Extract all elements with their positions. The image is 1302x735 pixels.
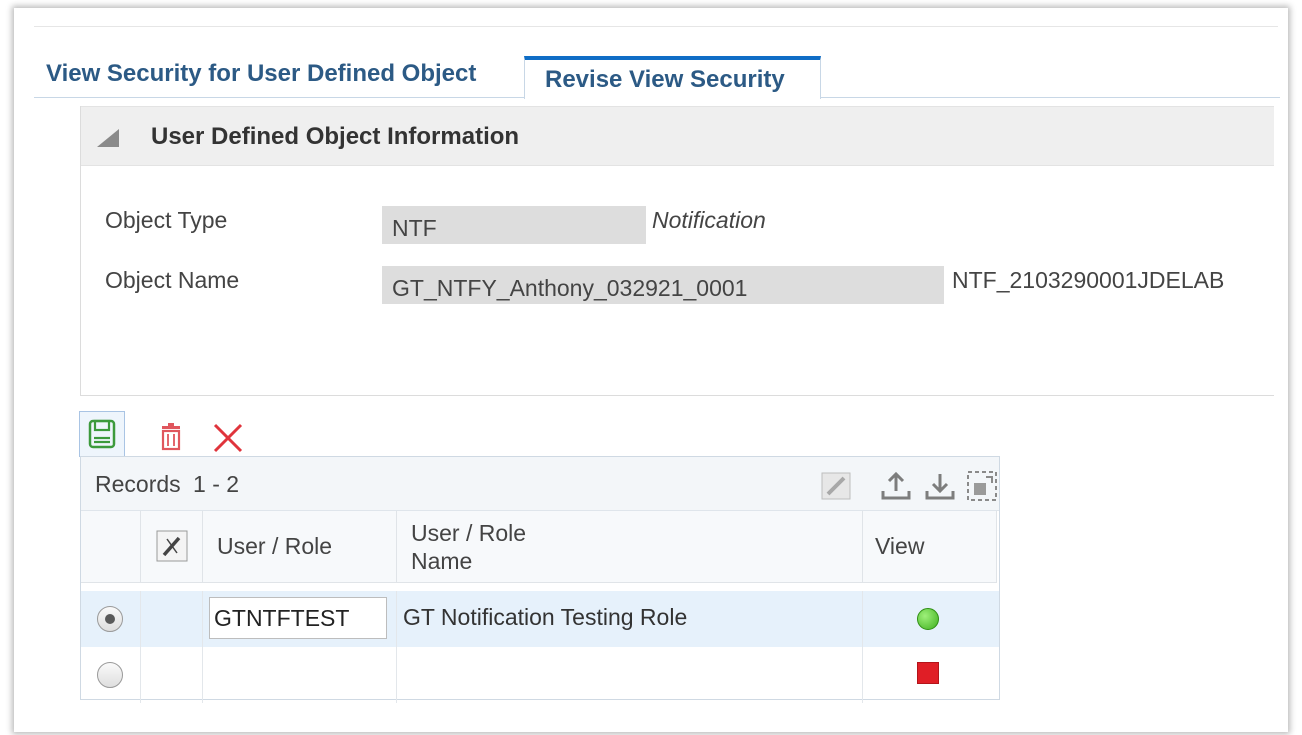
view-cell[interactable] [863, 647, 997, 703]
view-allowed-icon[interactable] [917, 608, 939, 630]
object-name-label: Object Name [105, 267, 240, 293]
object-info-section: User Defined Object Information [80, 106, 1274, 396]
user-role-name-text: GT Notification Testing Role [403, 604, 688, 630]
import-button[interactable] [923, 469, 957, 503]
row-radio-selected[interactable] [97, 606, 123, 632]
security-grid: Records 1 - 2 User / Role User / Role Na… [80, 456, 1000, 703]
section-title: User Defined Object Information [151, 123, 520, 150]
row-edit-cell [141, 591, 203, 647]
row-edit-icon[interactable] [155, 529, 189, 563]
pencil-edit-icon [821, 472, 851, 500]
tab-revise-view-security[interactable]: Revise View Security [524, 56, 821, 99]
col-header-view-label: View [875, 533, 925, 559]
download-icon [925, 474, 955, 500]
col-header-select [81, 511, 141, 583]
section-header[interactable]: User Defined Object Information [81, 106, 1274, 166]
table-row[interactable]: GTNTFTEST GT Notification Testing Role [81, 591, 999, 647]
row-radio[interactable] [97, 662, 123, 688]
col-header-user-role-label: User / Role [217, 533, 333, 559]
view-denied-icon[interactable] [917, 662, 939, 684]
save-icon [88, 419, 116, 449]
tab-revise-view-security-label: Revise View Security [545, 66, 785, 93]
records-range: 1 - 2 [193, 471, 240, 497]
row-select-cell[interactable] [81, 647, 141, 703]
user-role-input[interactable]: GTNTFTEST [209, 597, 387, 639]
object-name-value: GT_NTFY_Anthony_032921_0001 [382, 266, 944, 304]
object-type-description: Notification [652, 207, 766, 233]
save-button[interactable] [79, 411, 125, 457]
records-label: Records [95, 471, 181, 497]
trash-icon [161, 423, 181, 451]
user-role-cell[interactable] [203, 647, 397, 703]
top-divider [34, 26, 1278, 27]
records-count: Records 1 - 2 [95, 471, 239, 498]
grid-toolbar: Records 1 - 2 [81, 457, 999, 511]
user-role-name-cell [397, 647, 863, 703]
col-header-user-role-name-label: User / Role Name [411, 520, 527, 574]
expand-grid-button[interactable] [965, 469, 999, 503]
col-header-edit [141, 511, 203, 583]
user-role-name-cell: GT Notification Testing Role [397, 591, 863, 647]
table-row[interactable] [81, 647, 999, 703]
col-header-user-role-name[interactable]: User / Role Name [397, 511, 863, 583]
tab-view-security[interactable]: View Security for User Defined Object [46, 60, 476, 88]
object-type-label: Object Type [105, 207, 228, 233]
delete-button[interactable] [152, 418, 190, 456]
expand-grid-icon [967, 471, 997, 501]
view-cell[interactable] [863, 591, 997, 647]
export-button[interactable] [879, 469, 913, 503]
row-edit-cell [141, 647, 203, 703]
col-header-view[interactable]: View [863, 511, 997, 583]
upload-icon [881, 471, 911, 500]
object-type-value: NTF [382, 206, 646, 244]
edit-grid-button[interactable] [819, 469, 853, 503]
object-name-description: NTF_2103290001JDELAB [952, 267, 1225, 293]
col-header-user-role[interactable]: User / Role [203, 511, 397, 583]
close-icon [213, 423, 243, 453]
tab-bar: View Security for User Defined Object Re… [34, 46, 1280, 99]
collapse-triangle-icon[interactable] [97, 129, 119, 147]
cancel-button[interactable] [208, 418, 248, 458]
row-select-cell[interactable] [81, 591, 141, 647]
